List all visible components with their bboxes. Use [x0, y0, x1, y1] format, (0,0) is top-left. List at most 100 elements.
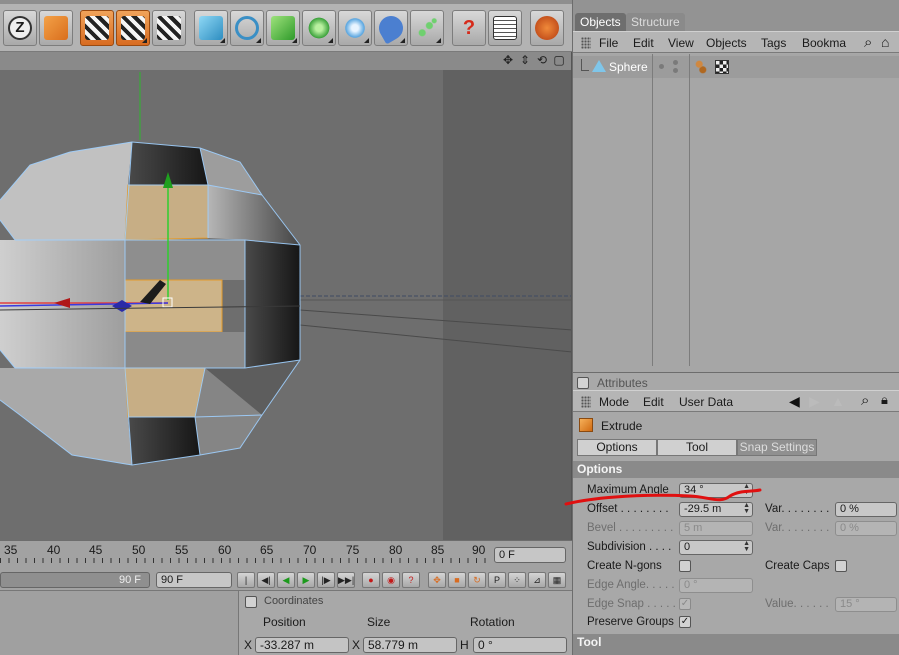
menu-edit[interactable]: Edit — [643, 395, 664, 409]
back-arrow-icon[interactable]: ◀ — [789, 393, 800, 410]
record-parameter-icon[interactable]: P — [488, 572, 506, 588]
camera-button[interactable] — [374, 10, 408, 46]
up-arrow-icon[interactable]: ▲ — [831, 393, 845, 409]
record-scale-icon[interactable]: ■ — [448, 572, 466, 588]
go-to-start-icon[interactable]: |◀◀ — [237, 572, 255, 599]
home-icon[interactable]: ⌂ — [881, 34, 889, 50]
tab-structure[interactable]: Structure — [626, 13, 685, 31]
timeline[interactable]: 35 40 45 50 55 60 65 70 75 80 85 90 0 F … — [0, 540, 572, 599]
render-settings-button[interactable] — [152, 10, 186, 46]
phong-tag-icon[interactable] — [695, 60, 707, 74]
next-key-icon[interactable]: |▶ — [317, 572, 335, 588]
record-icon[interactable]: ● — [362, 572, 380, 588]
move-tool-button[interactable] — [39, 10, 73, 46]
selected-face — [124, 367, 206, 418]
spinner-icon[interactable]: ▲ ▼ — [743, 540, 750, 553]
render-visibility-dot-top[interactable] — [673, 60, 678, 65]
render-view-button[interactable] — [80, 10, 114, 46]
undo-button[interactable]: Z — [3, 10, 37, 46]
interpolation-icon[interactable]: ⊿ — [528, 572, 546, 588]
object-name[interactable]: Sphere — [609, 60, 648, 74]
rotate-view-icon[interactable]: ⟲ — [535, 53, 549, 67]
lock-icon[interactable]: 🔒︎ — [881, 392, 888, 408]
menu-user-data[interactable]: User Data — [679, 395, 733, 409]
search-icon[interactable]: ⌕ — [861, 392, 869, 409]
timeline-settings-icon[interactable]: ▦ — [548, 572, 566, 588]
menu-tags[interactable]: Tags — [761, 36, 786, 50]
forward-arrow-icon[interactable]: ▶ — [809, 393, 820, 410]
spline-button[interactable] — [230, 10, 264, 46]
create-caps-checkbox[interactable] — [835, 560, 847, 572]
bevel-variation-field[interactable]: 0 % — [835, 521, 897, 536]
list-item[interactable]: Sphere — [573, 56, 899, 78]
layout-button[interactable] — [488, 10, 522, 46]
rotation-h-field[interactable]: 0 ° — [473, 637, 567, 653]
position-x-field[interactable]: -33.287 m — [255, 637, 349, 653]
size-x-field[interactable]: 58.779 m — [363, 637, 457, 653]
preview-range-end[interactable]: 90 F — [0, 572, 150, 588]
search-icon[interactable]: ⌕ — [864, 34, 872, 51]
help-question-icon: ? — [462, 17, 476, 39]
coordinates-title: Coordinates — [264, 595, 324, 607]
keyframe-selection-icon[interactable]: ? — [402, 572, 420, 588]
play-backwards-icon[interactable]: ◀ — [277, 572, 295, 588]
edge-angle-field[interactable]: 0 ° — [679, 578, 753, 593]
submenu-indicator — [436, 38, 441, 43]
object-list[interactable]: Sphere — [573, 54, 899, 372]
help-button[interactable]: ? — [452, 10, 486, 46]
submenu-indicator — [142, 38, 147, 43]
coordinates-collapse-toggle[interactable] — [245, 596, 257, 608]
go-to-end-icon[interactable]: ▶▶| — [337, 572, 355, 588]
particle-button[interactable] — [410, 10, 444, 46]
deformer-icon — [343, 16, 367, 40]
cube-primitive-button[interactable] — [194, 10, 228, 46]
tab-tool[interactable]: Tool — [657, 439, 737, 456]
submenu-indicator — [328, 38, 333, 43]
menu-bookmarks[interactable]: Bookma — [802, 36, 846, 50]
menu-view[interactable]: View — [668, 36, 694, 50]
frame-ruler[interactable]: 35 40 45 50 55 60 65 70 75 80 85 90 — [0, 541, 490, 563]
render-visibility-dot-bottom[interactable] — [673, 68, 678, 73]
3d-viewport[interactable]: ✥ ⇕ ⟲ ▢ — [0, 52, 572, 540]
editor-visibility-dot[interactable] — [659, 64, 664, 69]
deformer-button[interactable] — [338, 10, 372, 46]
maximize-view-icon[interactable]: ▢ — [552, 53, 566, 67]
array-cloner-button[interactable] — [302, 10, 336, 46]
attributes-collapse-toggle[interactable] — [577, 377, 589, 389]
record-rotation-icon[interactable]: ↻ — [468, 572, 486, 588]
tab-options[interactable]: Options — [577, 439, 657, 456]
record-position-icon[interactable]: ✥ — [428, 572, 446, 588]
render-picture-viewer-button[interactable] — [116, 10, 150, 46]
texture-tag-icon[interactable] — [715, 60, 729, 74]
edge-snap-label: Edge Snap . . . . . — [587, 598, 676, 610]
menu-objects[interactable]: Objects — [706, 36, 747, 50]
edge-snap-checkbox[interactable]: ✓ — [679, 598, 691, 610]
web-button[interactable] — [530, 10, 564, 46]
move-arrow-icon — [44, 16, 68, 40]
grip-handle-icon[interactable] — [581, 37, 591, 49]
current-frame-field[interactable]: 0 F — [494, 547, 566, 563]
dolly-icon[interactable]: ⇕ — [518, 53, 532, 67]
offset-variation-field[interactable]: 0 % — [835, 502, 897, 517]
grip-handle-icon[interactable] — [581, 396, 591, 408]
previous-key-icon[interactable]: ◀| — [257, 572, 275, 588]
create-ngons-checkbox[interactable] — [679, 560, 691, 572]
play-forwards-icon[interactable]: ▶ — [297, 572, 315, 588]
ruler-tick: 70 — [303, 543, 317, 557]
preserve-groups-checkbox[interactable]: ✓ — [679, 616, 691, 628]
autokey-icon[interactable]: ◉ — [382, 572, 400, 588]
record-point-level-icon[interactable]: ⁘ — [508, 572, 526, 588]
axis-x-label: X — [244, 638, 253, 652]
nurbs-button[interactable] — [266, 10, 300, 46]
bevel-field[interactable]: 5 m — [679, 521, 753, 536]
nurbs-icon — [271, 16, 295, 40]
menu-edit[interactable]: Edit — [633, 36, 654, 50]
subdivision-field[interactable]: 0 ▲ ▼ — [679, 540, 753, 555]
end-frame-field[interactable]: 90 F — [156, 572, 232, 588]
pan-icon[interactable]: ✥ — [501, 53, 515, 67]
menu-mode[interactable]: Mode — [599, 395, 629, 409]
tab-snap-settings[interactable]: Snap Settings — [737, 439, 817, 456]
tab-objects[interactable]: Objects — [575, 13, 626, 31]
value-field[interactable]: 15 ° — [835, 597, 897, 612]
menu-file[interactable]: File — [599, 36, 618, 50]
